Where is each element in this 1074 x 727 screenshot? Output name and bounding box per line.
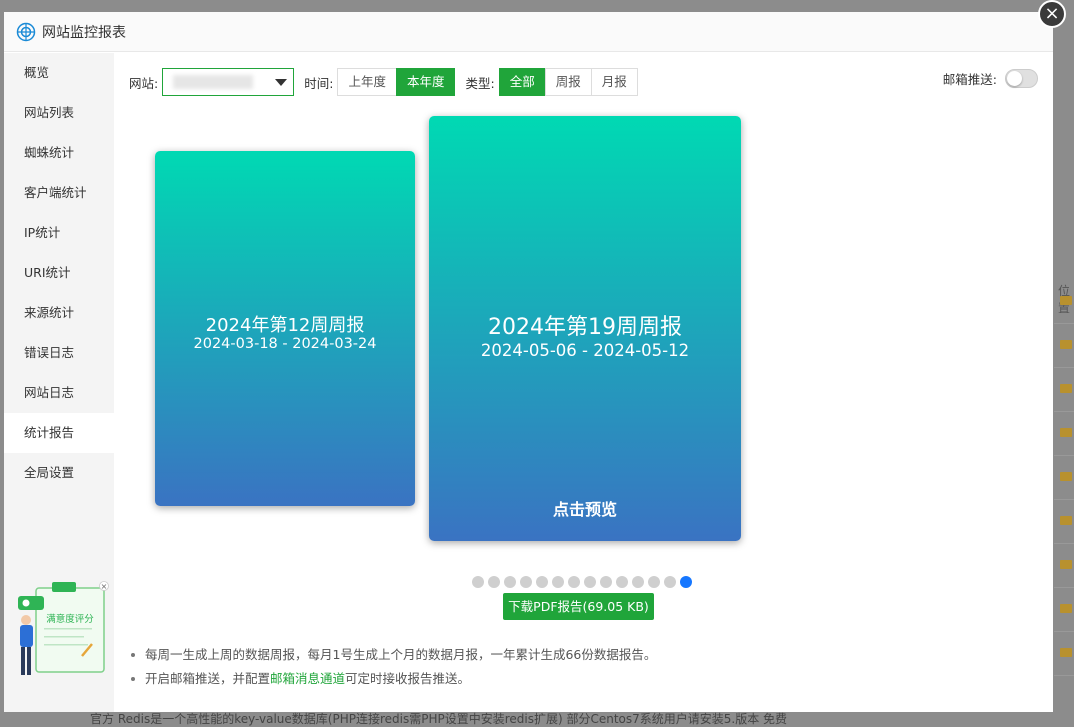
filter-toolbar: 网站: 时间: 上年度 本年度 类型: 全部 周报 月报 xyxy=(129,68,648,96)
report-card-current[interactable]: 2024年第19周周报 2024-05-06 - 2024-05-12 点击预览 xyxy=(429,116,741,541)
sidebar-item-ip-stats[interactable]: IP统计 xyxy=(4,213,114,253)
email-push-label: 邮箱推送: xyxy=(942,72,997,87)
sidebar-item-client-stats[interactable]: 客户端统计 xyxy=(4,173,114,213)
folder-icon xyxy=(1060,340,1072,349)
time-toggle-group: 上年度 本年度 xyxy=(337,68,456,96)
email-push-setting: 邮箱推送: xyxy=(943,69,1038,88)
carousel-dot[interactable] xyxy=(520,576,532,588)
folder-icon xyxy=(1060,516,1072,525)
carousel-dot[interactable] xyxy=(536,576,548,588)
report-modal: 网站监控报表 概览 网站列表 蜘蛛统计 客户端统计 IP统计 URI统计 来源统… xyxy=(4,12,1053,712)
type-weekly-button[interactable]: 周报 xyxy=(544,68,592,96)
time-this-year-button[interactable]: 本年度 xyxy=(395,68,456,96)
carousel-dot[interactable] xyxy=(584,576,596,588)
carousel-dot[interactable] xyxy=(552,576,564,588)
background-bottom-text: 官方 Redis是一个高性能的key-value数据库(PHP连接redis需P… xyxy=(90,712,788,726)
survey-label: 满意度评分 xyxy=(46,613,94,625)
report-card-previous[interactable]: 2024年第12周周报 2024-03-18 - 2024-03-24 xyxy=(155,151,415,506)
sidebar-item-overview[interactable]: 概览 xyxy=(4,53,114,93)
carousel-dot[interactable] xyxy=(664,576,676,588)
sidebar-item-error-log[interactable]: 错误日志 xyxy=(4,333,114,373)
close-modal-button[interactable]: × xyxy=(1038,0,1066,28)
folder-icon xyxy=(1060,428,1072,437)
report-card-title: 2024年第19周周报 xyxy=(488,315,682,340)
email-channel-link[interactable]: 邮箱消息通道 xyxy=(270,671,345,686)
sidebar-item-site-log[interactable]: 网站日志 xyxy=(4,373,114,413)
satisfaction-survey-widget[interactable]: 满意度评分 × xyxy=(14,578,109,688)
sidebar-item-global-settings[interactable]: 全局设置 xyxy=(4,453,114,493)
caret-down-icon xyxy=(275,79,288,86)
type-label: 类型: xyxy=(465,75,495,91)
sidebar-item-referer-stats[interactable]: 来源统计 xyxy=(4,293,114,333)
note-item: 开启邮箱推送，并配置邮箱消息通道可定时接收报告推送。 xyxy=(129,667,656,691)
modal-title: 网站监控报表 xyxy=(42,24,126,41)
time-label: 时间: xyxy=(304,75,334,91)
carousel-dot[interactable] xyxy=(472,576,484,588)
sidebar-item-spider-stats[interactable]: 蜘蛛统计 xyxy=(4,133,114,173)
site-label: 网站: xyxy=(129,75,159,91)
email-push-toggle[interactable] xyxy=(1005,69,1038,88)
carousel-dot[interactable] xyxy=(504,576,516,588)
carousel-dot[interactable] xyxy=(632,576,644,588)
time-last-year-button[interactable]: 上年度 xyxy=(337,68,397,96)
modal-header: 网站监控报表 xyxy=(4,12,1053,52)
type-toggle-group: 全部 周报 月报 xyxy=(498,68,638,96)
folder-icon xyxy=(1060,604,1072,613)
sidebar-item-uri-stats[interactable]: URI统计 xyxy=(4,253,114,293)
svg-text:×: × xyxy=(101,582,108,591)
toggle-knob xyxy=(1007,71,1022,86)
report-content: 网站: 时间: 上年度 本年度 类型: 全部 周报 月报 邮箱推送: 2024年… xyxy=(114,53,1053,712)
carousel-dot[interactable] xyxy=(600,576,612,588)
download-pdf-button[interactable]: 下载PDF报告(69.05 KB) xyxy=(503,593,654,620)
site-select[interactable] xyxy=(162,68,295,96)
report-card-title: 2024年第12周周报 xyxy=(205,315,365,336)
sidebar-item-site-list[interactable]: 网站列表 xyxy=(4,93,114,133)
carousel-dot[interactable] xyxy=(648,576,660,588)
carousel-dot[interactable] xyxy=(616,576,628,588)
folder-icon xyxy=(1060,472,1072,481)
note-item: 每周一生成上周的数据周报，每月1号生成上个月的数据月报，一年累计生成66份数据报… xyxy=(129,643,656,667)
carousel-pagination xyxy=(472,576,696,588)
background-rows xyxy=(1054,280,1074,700)
folder-icon xyxy=(1060,560,1072,569)
folder-icon xyxy=(1060,296,1072,305)
carousel-dot[interactable] xyxy=(680,576,692,588)
carousel-dot[interactable] xyxy=(568,576,580,588)
preview-button[interactable]: 点击预览 xyxy=(429,496,741,520)
folder-icon xyxy=(1060,648,1072,657)
monitor-logo-icon xyxy=(16,22,36,41)
report-notes: 每周一生成上周的数据周报，每月1号生成上个月的数据月报，一年累计生成66份数据报… xyxy=(129,643,656,691)
type-monthly-button[interactable]: 月报 xyxy=(590,68,638,96)
carousel-dot[interactable] xyxy=(488,576,500,588)
sidebar-item-stats-report[interactable]: 统计报告 xyxy=(4,413,114,453)
site-select-value xyxy=(173,75,254,89)
folder-icon xyxy=(1060,384,1072,393)
report-card-range: 2024-03-18 - 2024-03-24 xyxy=(193,336,377,352)
type-all-button[interactable]: 全部 xyxy=(498,68,546,96)
report-card-range: 2024-05-06 - 2024-05-12 xyxy=(480,341,690,360)
